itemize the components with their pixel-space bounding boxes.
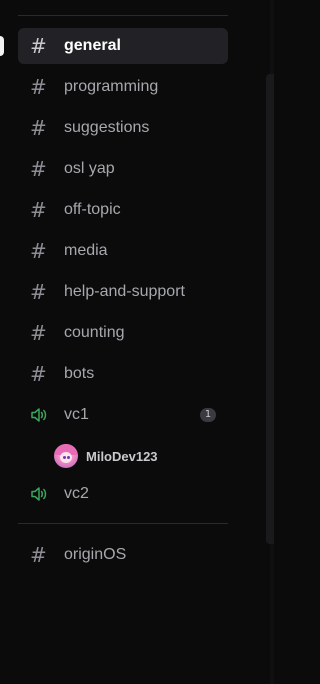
channel-help-and-support[interactable]: # help-and-support [18, 274, 228, 310]
channel-label: programming [64, 78, 159, 95]
voice-channel-vc1[interactable]: vc1 1 [18, 397, 228, 433]
channel-suggestions[interactable]: # suggestions [18, 110, 228, 146]
channel-label: vc2 [64, 485, 89, 502]
scrollbar[interactable] [266, 74, 274, 544]
voice-user-entry[interactable]: MiloDev123 [54, 442, 158, 470]
voice-channel-vc2[interactable]: vc2 [18, 476, 228, 512]
top-divider [18, 15, 228, 16]
channel-label: help-and-support [64, 283, 185, 300]
channel-osl-yap[interactable]: # osl yap [18, 151, 228, 187]
speaker-icon [18, 486, 64, 502]
channel-label: osl yap [64, 160, 115, 177]
channel-programming[interactable]: # programming [18, 69, 228, 105]
hash-icon: # [30, 280, 47, 304]
hash-icon: # [30, 116, 47, 140]
speaker-icon [18, 407, 64, 423]
channel-bots[interactable]: # bots [18, 356, 228, 392]
selected-indicator [0, 36, 4, 56]
hash-icon: # [30, 34, 47, 58]
hash-icon: # [30, 362, 47, 386]
hash-icon: # [30, 157, 47, 181]
hash-icon: # [30, 321, 47, 345]
section-divider [18, 523, 228, 524]
channel-sidebar: # general # programming # suggestions # … [0, 0, 274, 684]
channel-label: originOS [64, 546, 127, 563]
hash-icon: # [30, 198, 47, 222]
channel-label: vc1 [64, 406, 89, 423]
channel-label: media [64, 242, 108, 259]
channel-counting[interactable]: # counting [18, 315, 228, 351]
channel-general[interactable]: # general [18, 28, 228, 64]
channel-label: off-topic [64, 201, 121, 218]
user-count-badge: 1 [200, 408, 216, 422]
voice-user-name: MiloDev123 [86, 448, 158, 464]
hash-icon: # [30, 75, 47, 99]
avatar [54, 444, 78, 468]
hash-icon: # [30, 543, 47, 567]
channel-originos[interactable]: # originOS [18, 537, 228, 573]
channel-label: counting [64, 324, 125, 341]
channel-label: suggestions [64, 119, 150, 136]
channel-label: general [64, 37, 121, 54]
channel-media[interactable]: # media [18, 233, 228, 269]
channel-label: bots [64, 365, 95, 382]
channel-off-topic[interactable]: # off-topic [18, 192, 228, 228]
hash-icon: # [30, 239, 47, 263]
